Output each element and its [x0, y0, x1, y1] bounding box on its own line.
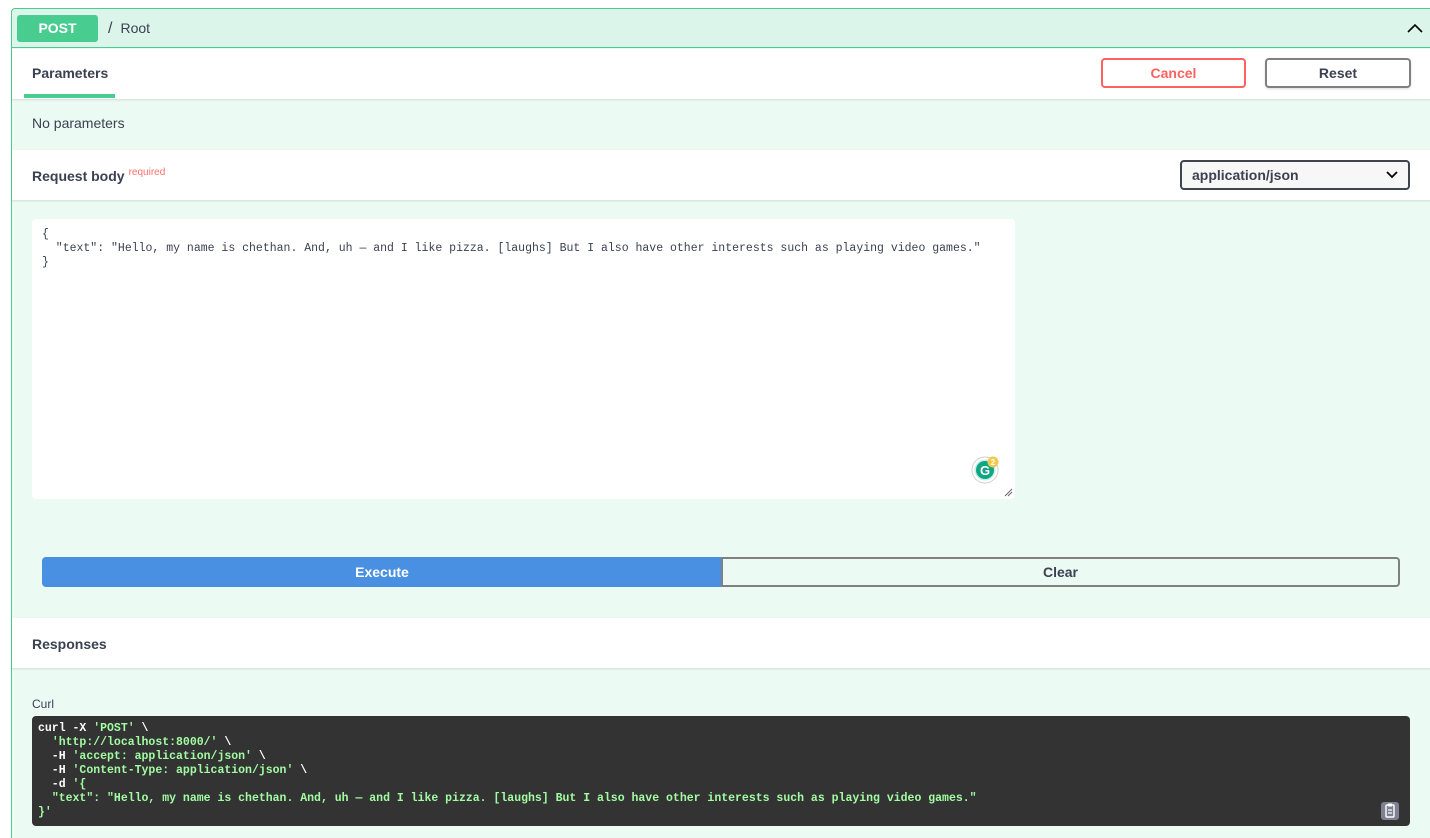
svg-text:G: G	[980, 463, 990, 478]
content-type-select[interactable]: application/json	[1180, 160, 1410, 190]
copy-to-clipboard-icon[interactable]	[1380, 801, 1400, 821]
curl-url: 'http://localhost:8000/'	[51, 736, 218, 749]
tab-active-indicator	[24, 94, 115, 98]
responses-title: Responses	[32, 636, 107, 652]
parameters-header: Parameters Cancel Reset	[12, 49, 1430, 99]
curl-header-accept: 'accept: application/json'	[72, 750, 252, 763]
execute-wrapper: Execute Clear	[42, 557, 1400, 587]
grammarly-icon[interactable]: G 2	[971, 456, 999, 484]
request-body-label: Request body	[32, 168, 125, 184]
curl-header-content-type: 'Content-Type: application/json'	[72, 764, 294, 777]
chevron-up-icon[interactable]	[1407, 22, 1423, 34]
path-name: Root	[120, 20, 151, 36]
curl-continuation: \	[217, 736, 232, 749]
curl-label: Curl	[32, 697, 55, 711]
operation-summary[interactable]: POST / Root	[12, 9, 1430, 48]
curl-data-open: '{	[72, 778, 87, 791]
request-body-title: Request body required	[32, 167, 166, 184]
path-separator: /	[108, 20, 113, 37]
request-body-header: Request body required application/json	[12, 150, 1430, 200]
curl-command-block[interactable]: curl -X 'POST' \ 'http://localhost:8000/…	[32, 716, 1410, 826]
reset-button[interactable]: Reset	[1265, 58, 1411, 88]
curl-data-body: "text": "Hello, my name is chethan. And,…	[51, 792, 977, 805]
operation-path: / Root	[108, 20, 150, 38]
request-body-editor[interactable]: { "text": "Hello, my name is chethan. An…	[32, 219, 1015, 499]
grammarly-badge-count: 2	[991, 458, 996, 467]
content-type-value: application/json	[1192, 167, 1299, 183]
method-badge: POST	[17, 15, 98, 42]
cancel-button[interactable]: Cancel	[1101, 58, 1246, 88]
clear-button[interactable]: Clear	[721, 557, 1400, 587]
post-operation-block: POST / Root Parameters Cancel Reset No pa…	[11, 8, 1430, 838]
no-parameters-text: No parameters	[32, 115, 125, 131]
curl-cmd: curl -X	[38, 722, 94, 735]
chevron-down-icon	[1386, 171, 1398, 179]
curl-continuation: \	[251, 750, 266, 763]
execute-button[interactable]: Execute	[42, 557, 722, 587]
resize-handle-icon[interactable]	[1003, 487, 1013, 497]
curl-method: 'POST'	[93, 722, 135, 735]
curl-data-close: }'	[38, 806, 52, 819]
curl-continuation: \	[134, 722, 149, 735]
tab-parameters[interactable]: Parameters	[32, 65, 108, 81]
required-marker: required	[128, 167, 166, 178]
curl-continuation: \	[293, 764, 308, 777]
responses-header: Responses	[12, 618, 1430, 668]
